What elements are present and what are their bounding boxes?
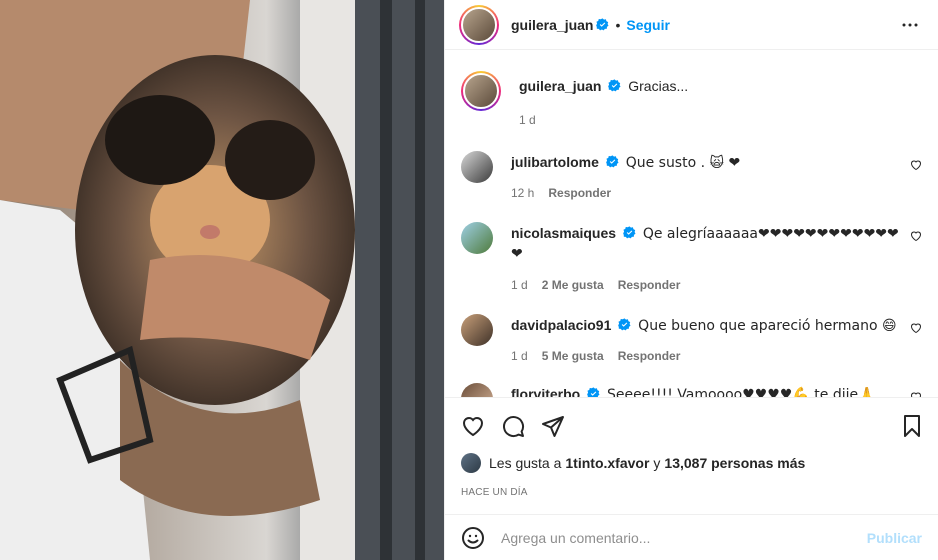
caption-text: Gracias... [628,78,689,94]
likes-middle: y [653,455,661,471]
verified-badge-icon [587,387,600,397]
comment-text: Seeee!!!! Vamoooo♥♥♥♥💪 te dije🙏 [607,387,876,397]
like-comment-heart-icon[interactable] [910,230,922,242]
commenter-avatar[interactable] [461,222,493,254]
post-photo[interactable] [0,0,444,560]
comment-row: davidpalacio91 Que bueno que apareció he… [461,314,924,365]
comment-text: Que susto . 🙀 ❤ [625,155,741,171]
comment-time[interactable]: 1 d [511,276,528,294]
author-username[interactable]: guilera_juan [511,17,593,33]
caption-avatar[interactable] [461,71,501,111]
likes-summary[interactable]: Les gusta a 1tinto.xfavor y 13,087 perso… [461,453,922,473]
commenter-username[interactable]: davidpalacio91 [511,317,611,333]
comments-list[interactable]: guilera_juan Gracias... 1 d julibartolom… [445,51,938,397]
likes-prefix: Les gusta a [489,455,562,471]
share-send-icon[interactable] [541,414,565,438]
reply-button[interactable]: Responder [618,276,681,294]
verified-badge-icon [618,318,631,331]
reply-button[interactable]: Responder [548,184,611,202]
comment-bubble-icon[interactable] [501,414,525,438]
post-header: guilera_juan • Seguir [445,0,938,50]
author-avatar[interactable] [459,4,499,45]
post-image [0,0,444,560]
comment-row: julibartolome Que susto . 🙀 ❤ 12 h Respo… [461,151,924,202]
commenter-avatar[interactable] [461,151,493,183]
comment-time[interactable]: 1 d [511,347,528,365]
comment-composer: Publicar [445,514,938,560]
caption-time[interactable]: 1 d [519,111,536,129]
publish-button[interactable]: Publicar [867,530,922,546]
commenter-username[interactable]: nicolasmaiques [511,225,616,241]
commenter-username[interactable]: julibartolome [511,154,599,170]
reply-button[interactable]: Responder [618,347,681,365]
like-comment-heart-icon[interactable] [910,322,922,334]
commenter-avatar[interactable] [461,383,493,397]
comment-text: Que bueno que apareció hermano 😄 [638,318,897,334]
like-comment-heart-icon[interactable] [910,159,922,171]
comment-time[interactable]: 12 h [511,184,534,202]
verified-badge-icon [623,226,636,239]
follow-button[interactable]: Seguir [626,17,670,33]
commenter-username[interactable]: florviterbo [511,386,580,397]
comment-input[interactable] [501,529,867,546]
comment-row: nicolasmaiques Qe alegríaaaaaa❤❤❤❤❤❤❤❤❤❤… [461,222,924,294]
comment-likes-count[interactable]: 2 Me gusta [542,276,604,294]
comment-row: florviterbo Seeee!!!! Vamoooo♥♥♥♥💪 te di… [461,383,924,397]
likes-user[interactable]: 1tinto.xfavor [565,455,649,471]
liker-avatar[interactable] [461,453,481,473]
save-bookmark-icon[interactable] [900,414,924,438]
caption-row: guilera_juan Gracias... 1 d [461,71,924,129]
post-timestamp[interactable]: HACE UN DÍA [461,487,528,498]
verified-badge-icon [608,79,621,92]
like-heart-icon[interactable] [461,414,485,438]
post-panel: guilera_juan • Seguir guilera_juan Graci… [444,0,938,560]
separator-dot: • [615,16,621,33]
verified-badge-icon [596,18,609,31]
commenter-avatar[interactable] [461,314,493,346]
more-options-icon[interactable] [898,13,922,37]
caption-username[interactable]: guilera_juan [519,78,601,94]
post-actions-bar [445,397,938,453]
comment-likes-count[interactable]: 5 Me gusta [542,347,604,365]
emoji-smiley-icon[interactable] [461,526,485,550]
likes-count[interactable]: 13,087 personas más [664,455,805,471]
verified-badge-icon [605,155,619,168]
